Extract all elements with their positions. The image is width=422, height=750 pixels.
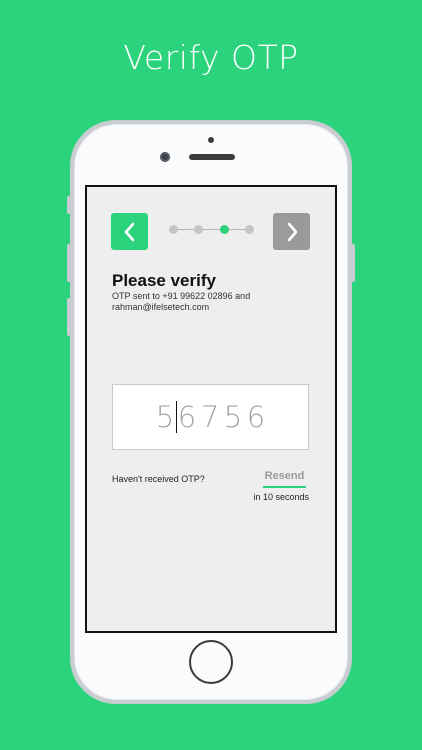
chevron-right-icon [287, 222, 297, 241]
otp-digit-2: 6 [177, 400, 197, 434]
otp-digit-4: 5 [223, 400, 243, 434]
otp-digit-3: 7 [200, 400, 220, 434]
promo-headline: Verify OTP [123, 38, 299, 77]
step-dot [245, 225, 254, 234]
step-dot-active [220, 225, 229, 234]
earpiece-speaker [189, 154, 235, 160]
proximity-sensor [208, 137, 214, 143]
phone-mute-switch [67, 196, 71, 214]
resend-button[interactable]: Resend [263, 470, 306, 482]
phone-power-button [351, 244, 355, 282]
otp-sent-email: rahman@ifelsetech.com [112, 302, 210, 312]
home-button[interactable] [189, 640, 233, 684]
chevron-left-icon [124, 222, 134, 241]
step-dot [194, 225, 203, 234]
phone-volume-up [67, 244, 71, 282]
step-indicator [169, 225, 255, 235]
page-title: Please verify [112, 271, 216, 290]
otp-digit-1: 5 [155, 400, 175, 434]
back-button[interactable] [111, 213, 148, 250]
phone-volume-down [67, 298, 71, 336]
next-button[interactable] [273, 213, 310, 250]
step-connector-line [173, 229, 251, 230]
resend-underline [263, 486, 306, 488]
otp-not-received-label: Haven't received OTP? [112, 474, 205, 484]
otp-sent-info: OTP sent to +91 99622 02896 and rahman@i… [112, 291, 312, 313]
step-dot [169, 225, 178, 234]
app-screen: Please verify OTP sent to +91 99622 0289… [85, 185, 337, 633]
otp-input[interactable]: 5 6 7 5 6 [112, 384, 309, 450]
resend-timer: in 10 seconds [253, 492, 309, 502]
otp-sent-phone: OTP sent to +91 99622 02896 and [112, 291, 251, 301]
otp-digit-5: 6 [246, 400, 266, 434]
front-camera [160, 152, 170, 162]
